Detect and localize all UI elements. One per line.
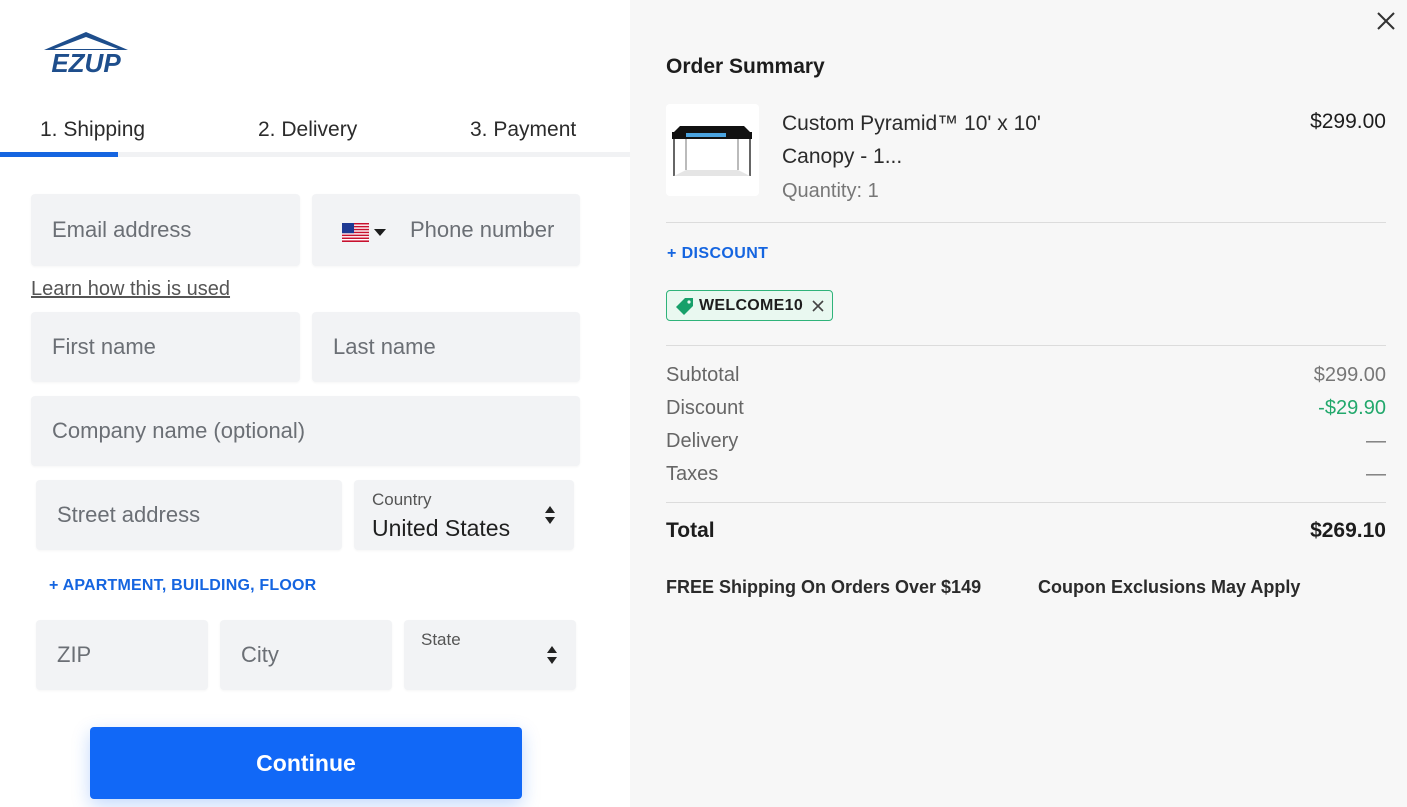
product-quantity: Quantity: 1 bbox=[782, 180, 879, 202]
close-icon[interactable] bbox=[1375, 10, 1397, 32]
company-name-placeholder: Company name (optional) bbox=[52, 418, 306, 443]
coupon-exclusions-note: Coupon Exclusions May Apply bbox=[1038, 577, 1301, 597]
subtotal-value: $299.00 bbox=[1313, 364, 1386, 386]
zip-placeholder: ZIP bbox=[57, 642, 92, 667]
total-label: Total bbox=[666, 519, 715, 542]
product-price: $299.00 bbox=[1310, 110, 1386, 133]
state-label: State bbox=[421, 630, 461, 649]
add-discount-link[interactable]: + DISCOUNT bbox=[667, 245, 768, 263]
tag-icon bbox=[676, 298, 693, 315]
ezup-logo: EZUP bbox=[44, 32, 128, 76]
zip-field[interactable]: ZIP bbox=[36, 620, 208, 690]
country-label: Country bbox=[372, 490, 432, 509]
step-delivery[interactable]: 2. Delivery bbox=[258, 118, 357, 142]
step-progress-indicator bbox=[0, 152, 118, 157]
city-field[interactable]: City bbox=[220, 620, 392, 690]
checkout-form-panel: EZUP 1. Shipping 2. Delivery 3. Payment … bbox=[0, 0, 630, 807]
total-value: $269.10 bbox=[1310, 519, 1386, 542]
email-field[interactable]: Email address bbox=[31, 194, 300, 266]
product-name: Custom Pyramid™ 10' x 10' Canopy - 1... bbox=[782, 112, 1041, 168]
country-select[interactable]: Country United States bbox=[354, 480, 574, 550]
delivery-value: — bbox=[1366, 430, 1386, 452]
select-arrows-icon bbox=[545, 506, 555, 524]
us-flag-icon[interactable] bbox=[342, 223, 369, 242]
order-summary-title: Order Summary bbox=[666, 55, 825, 78]
company-name-field[interactable]: Company name (optional) bbox=[31, 396, 580, 466]
street-address-placeholder: Street address bbox=[57, 502, 201, 527]
phone-field[interactable]: Phone number bbox=[312, 194, 580, 266]
city-placeholder: City bbox=[241, 642, 279, 667]
email-placeholder: Email address bbox=[52, 217, 192, 242]
country-value: United States bbox=[372, 515, 511, 541]
chevron-down-icon[interactable] bbox=[374, 229, 386, 236]
step-payment[interactable]: 3. Payment bbox=[470, 118, 576, 142]
divider bbox=[666, 502, 1386, 503]
coupon-code: WELCOME10 bbox=[699, 297, 804, 314]
phone-placeholder: Phone number bbox=[410, 217, 555, 242]
first-name-field[interactable]: First name bbox=[31, 312, 300, 382]
last-name-field[interactable]: Last name bbox=[312, 312, 580, 382]
divider bbox=[666, 345, 1386, 346]
first-name-placeholder: First name bbox=[52, 334, 156, 359]
coupon-chip: WELCOME10 bbox=[666, 290, 833, 321]
state-select[interactable]: State bbox=[404, 620, 576, 690]
discount-label: Discount bbox=[666, 397, 744, 419]
delivery-label: Delivery bbox=[666, 430, 739, 452]
taxes-value: — bbox=[1366, 463, 1386, 485]
select-arrows-icon bbox=[547, 646, 557, 664]
taxes-label: Taxes bbox=[666, 463, 719, 485]
divider bbox=[666, 222, 1386, 223]
continue-button[interactable]: Continue bbox=[90, 727, 522, 799]
subtotal-label: Subtotal bbox=[666, 364, 740, 386]
last-name-placeholder: Last name bbox=[333, 334, 436, 359]
checkout-steps: 1. Shipping 2. Delivery 3. Payment bbox=[0, 112, 630, 158]
remove-coupon-icon[interactable] bbox=[811, 299, 825, 313]
learn-how-used-link[interactable]: Learn how this is used bbox=[31, 278, 230, 301]
street-address-field[interactable]: Street address bbox=[36, 480, 342, 550]
svg-text:EZUP: EZUP bbox=[51, 48, 121, 76]
discount-value: -$29.90 bbox=[1318, 397, 1386, 419]
add-apartment-link[interactable]: + APARTMENT, BUILDING, FLOOR bbox=[49, 577, 316, 595]
step-shipping[interactable]: 1. Shipping bbox=[40, 118, 145, 142]
product-thumbnail bbox=[666, 104, 759, 196]
free-shipping-note: FREE Shipping On Orders Over $149 bbox=[666, 577, 982, 597]
order-summary-panel: Order Summary Custom Pyramid™ 10' x 10' … bbox=[630, 0, 1407, 807]
